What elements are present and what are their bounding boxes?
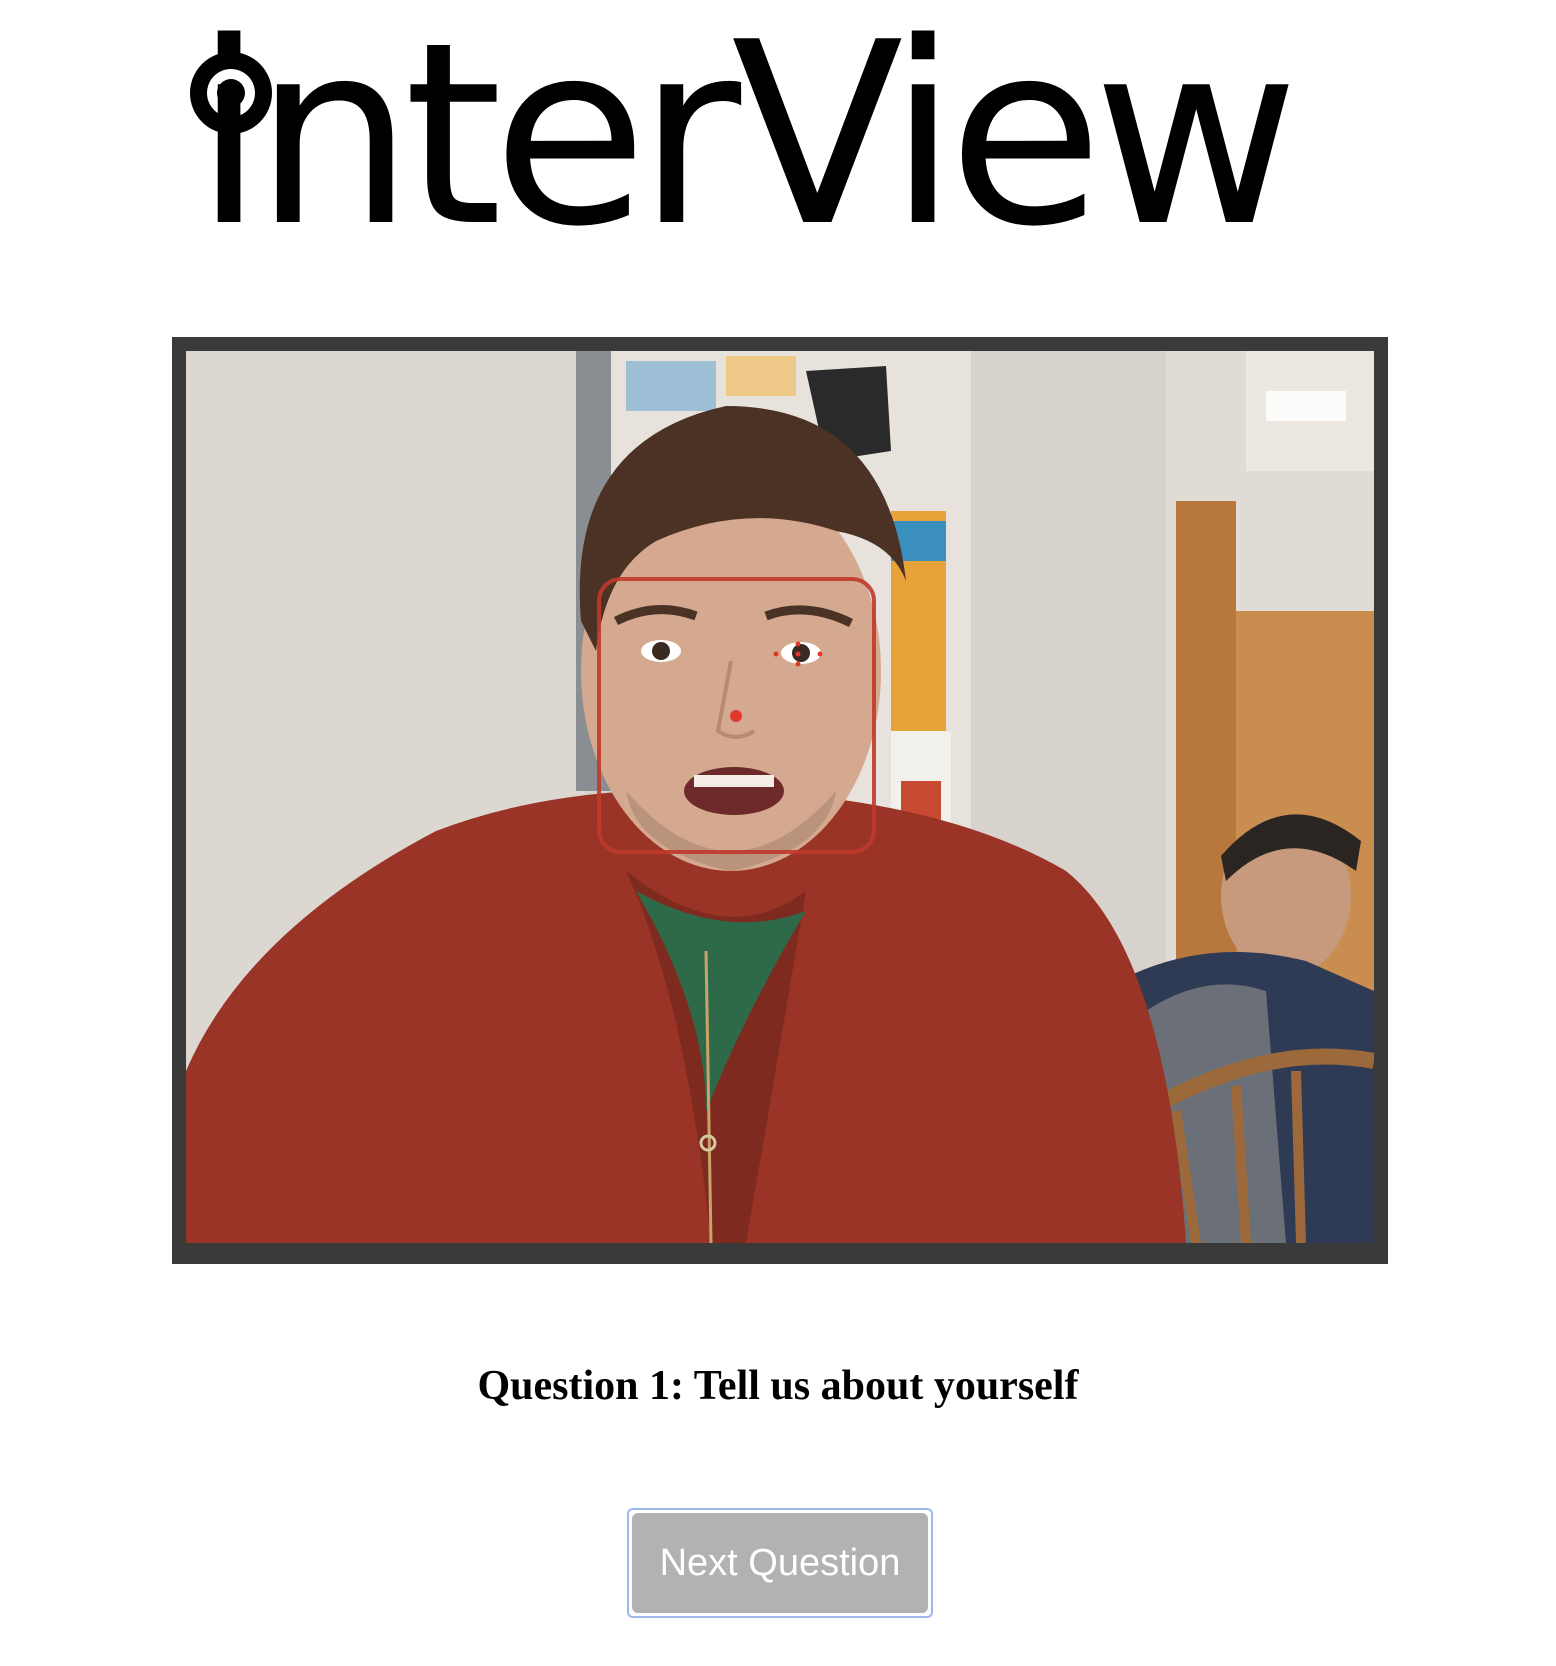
face-landmark-point: [730, 710, 742, 722]
question-text: Question 1: Tell us about yourself: [477, 1363, 1079, 1409]
app-logo: interView: [190, 10, 1390, 310]
camera-frame: [172, 337, 1388, 1264]
webcam-feed: [186, 351, 1374, 1243]
logo-wordmark: interView: [194, 0, 1299, 282]
next-question-focus-ring: Next Question: [627, 1508, 933, 1618]
next-question-button[interactable]: Next Question: [632, 1513, 928, 1613]
